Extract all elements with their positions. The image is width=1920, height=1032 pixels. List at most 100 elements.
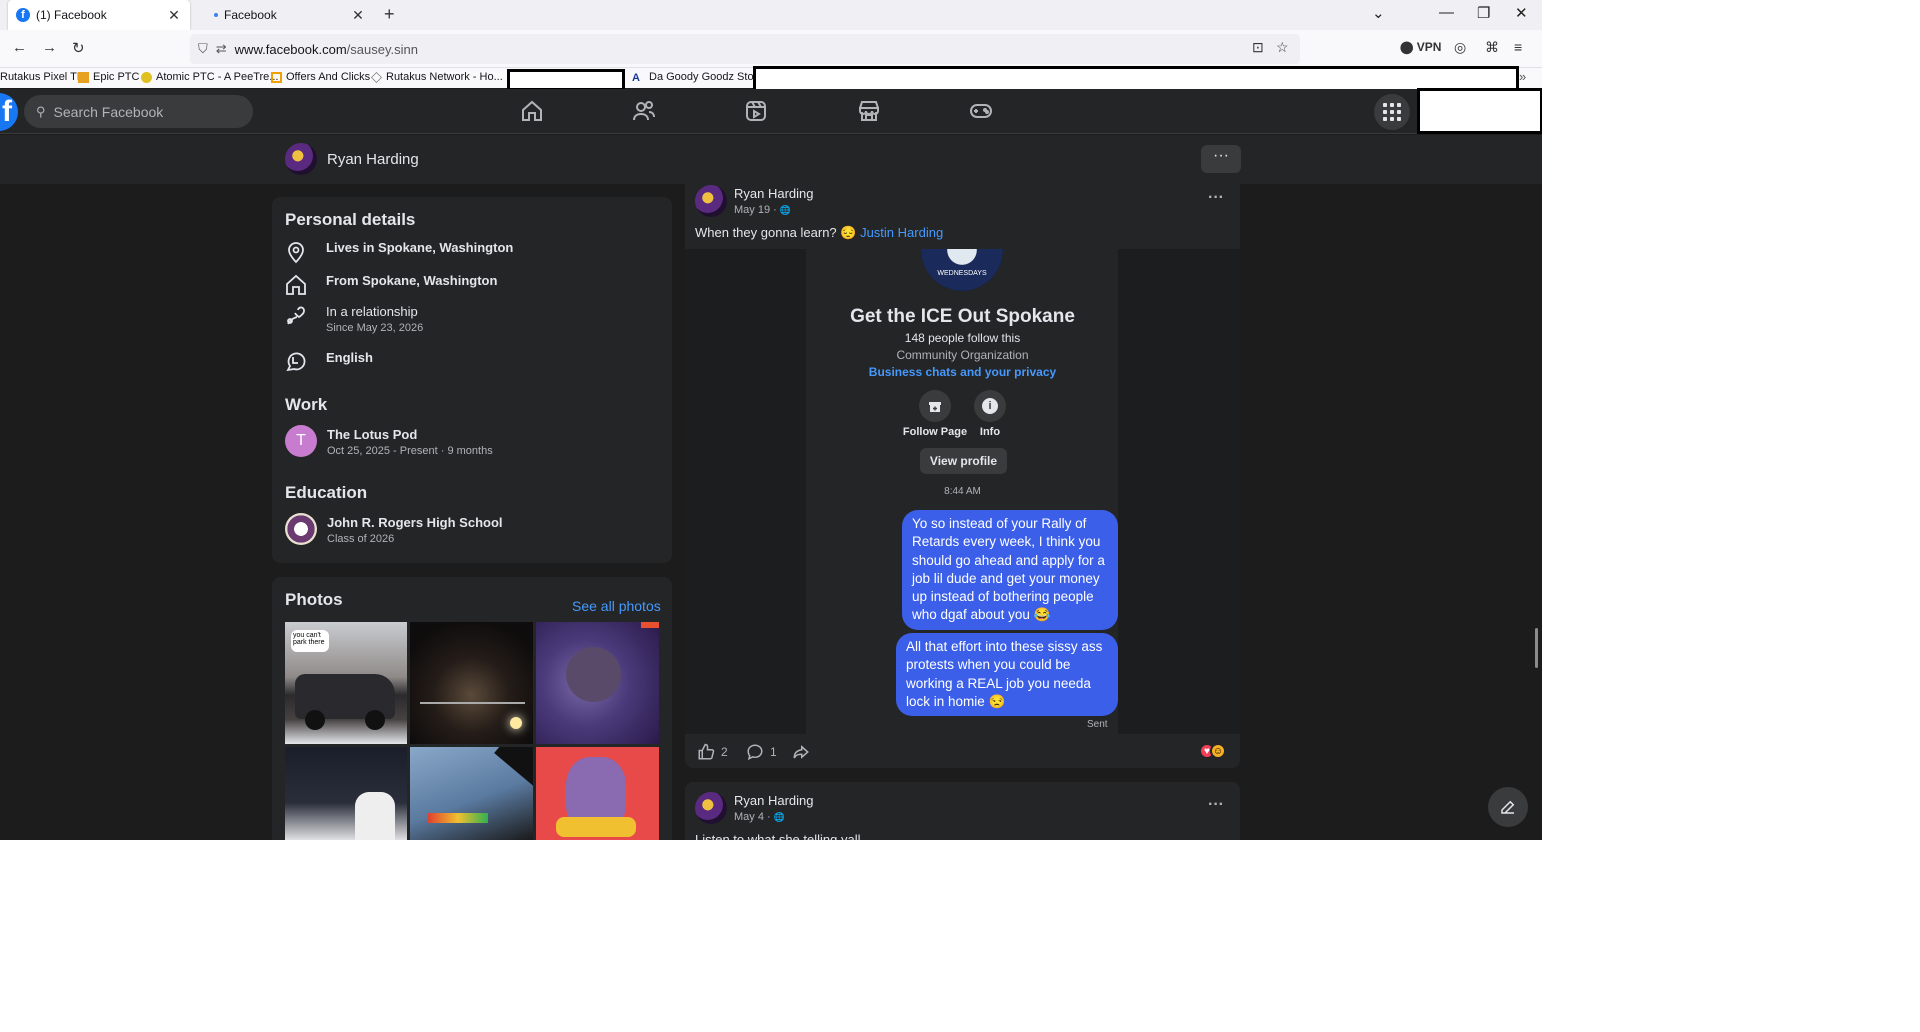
tab-facebook[interactable]: Facebook ✕ xyxy=(200,0,376,30)
info-icon: i xyxy=(974,390,1006,422)
blank-area xyxy=(0,840,1542,1032)
search-input[interactable] xyxy=(53,103,234,120)
post-author[interactable]: Ryan Harding xyxy=(734,186,814,201)
bookmark-label: Epic PTC xyxy=(93,71,140,83)
tab-facebook-active[interactable]: f (1) Facebook ✕ xyxy=(8,0,190,30)
save-to-pocket-icon[interactable]: ⊡ xyxy=(1252,39,1264,56)
post-options-button[interactable]: ··· xyxy=(1208,189,1224,207)
follow-page-label: Follow Page xyxy=(902,426,968,438)
work-place[interactable]: The Lotus Pod xyxy=(327,427,493,442)
bookmark-item[interactable]: Rutakus Pixel TE xyxy=(0,71,84,83)
friends-icon[interactable] xyxy=(632,99,656,123)
avatar[interactable] xyxy=(285,143,317,175)
bookmark-label: Da Goody Goodz Store xyxy=(649,71,764,83)
post-date[interactable]: May 19 · 🌐 xyxy=(734,204,791,216)
account-icon[interactable]: ◎ xyxy=(1454,39,1466,56)
gaming-icon[interactable] xyxy=(969,99,993,123)
close-tab-icon[interactable]: ✕ xyxy=(166,7,182,24)
menu-grid-button[interactable] xyxy=(1374,94,1410,130)
relationship-since: Since May 23, 2026 xyxy=(326,322,424,334)
school-name[interactable]: John R. Rogers High School xyxy=(327,515,503,530)
tagged-user-link[interactable]: Justin Harding xyxy=(860,225,943,240)
reload-button[interactable]: ↻ xyxy=(72,39,85,57)
post-body: Listen to what she telling yall xyxy=(695,832,861,840)
close-window-button[interactable]: ✕ xyxy=(1515,4,1528,22)
photo-detail xyxy=(494,747,533,792)
close-tab-icon[interactable]: ✕ xyxy=(350,7,366,24)
relationship-heart-icon xyxy=(287,306,305,325)
tab-strip: f (1) Facebook ✕ Facebook ✕ + ⌄ — ❐ ✕ xyxy=(0,0,1542,30)
marketplace-icon[interactable] xyxy=(857,99,881,123)
more-options-button[interactable]: ··· xyxy=(1201,145,1241,173)
url-domain: www.facebook.com xyxy=(234,41,347,57)
post-options-button[interactable]: ··· xyxy=(1208,796,1224,814)
photo-thumbnail[interactable] xyxy=(410,622,533,744)
bookmark-label: Rutakus Pixel TE xyxy=(0,71,85,83)
language-icon xyxy=(286,352,306,372)
bookmark-item[interactable]: Rutakus Network - Ho... xyxy=(371,71,503,83)
extensions-icon[interactable]: ⌘ xyxy=(1485,39,1499,56)
video-icon[interactable] xyxy=(744,99,768,123)
reaction-summary[interactable]: ♥ ☺ xyxy=(1199,743,1226,759)
shield-icon[interactable]: ⛉ xyxy=(198,41,208,57)
new-message-button[interactable] xyxy=(1488,787,1528,827)
language-text: English xyxy=(326,350,373,365)
like-button[interactable]: 2 xyxy=(697,743,728,761)
minimize-button[interactable]: — xyxy=(1439,4,1454,21)
privacy-link: Business chats and your privacy xyxy=(868,365,1057,379)
education-item[interactable]: John R. Rogers High School Class of 2026 xyxy=(285,513,503,545)
new-tab-button[interactable]: + xyxy=(384,4,395,25)
photo-thumbnail[interactable]: you can't park there xyxy=(285,622,407,744)
address-bar[interactable]: ⛉ ⇄ www.facebook.com/sausey.sinn xyxy=(190,34,1300,64)
message-bubble: All that effort into these sissy ass pro… xyxy=(896,633,1118,717)
bookmarks-overflow-button[interactable]: » xyxy=(1519,69,1526,84)
bookmark-star-icon[interactable]: ☆ xyxy=(1276,39,1289,56)
work-avatar: T xyxy=(285,425,317,457)
menu-icon[interactable]: ≡ xyxy=(1514,39,1522,55)
light-shape xyxy=(510,717,522,729)
post-author[interactable]: Ryan Harding xyxy=(734,793,814,808)
photo-detail xyxy=(428,813,488,823)
detail-lives: Lives in Spokane, Washington xyxy=(284,240,513,264)
diamond-icon xyxy=(371,71,382,83)
bookmark-label: Rutakus Network - Ho... xyxy=(386,71,503,83)
see-all-photos-link[interactable]: See all photos xyxy=(572,598,661,614)
bookmark-item[interactable]: Atomic PTC - A PeeTre... xyxy=(141,71,278,83)
permissions-icon[interactable]: ⇄ xyxy=(216,41,227,57)
redacted-box xyxy=(507,69,625,91)
photo-thumbnail[interactable] xyxy=(536,747,659,840)
bookmark-item[interactable]: Offers And Clicks xyxy=(271,71,370,83)
share-button[interactable] xyxy=(792,743,816,761)
profile-name[interactable]: Ryan Harding xyxy=(327,151,419,168)
facebook-logo[interactable]: f xyxy=(0,93,18,131)
restore-button[interactable]: ❐ xyxy=(1477,4,1490,22)
post-image[interactable]: WEDNESDAYS Get the ICE Out Spokane 148 p… xyxy=(685,249,1240,734)
tab-list-chevron-icon[interactable]: ⌄ xyxy=(1372,4,1385,22)
photo-thumbnail[interactable] xyxy=(285,747,407,840)
avatar[interactable] xyxy=(695,792,727,824)
view-profile-button: View profile xyxy=(920,448,1007,474)
page-title: Get the ICE Out Spokane xyxy=(850,306,1075,327)
bookmark-item[interactable]: A Da Goody Goodz Store xyxy=(632,71,764,84)
lives-text: Lives in Spokane, Washington xyxy=(326,240,514,255)
wheel-shape xyxy=(365,710,385,730)
comment-button[interactable]: 1 xyxy=(746,743,777,761)
home-icon[interactable] xyxy=(520,99,544,123)
forward-button[interactable]: → xyxy=(42,39,57,56)
work-item[interactable]: T The Lotus Pod Oct 25, 2025 - Present ·… xyxy=(285,425,493,457)
photo-thumbnail[interactable] xyxy=(536,622,659,744)
location-pin-icon xyxy=(288,242,304,264)
bookmark-item[interactable]: Epic PTC xyxy=(78,71,139,83)
url-text[interactable]: www.facebook.com/sausey.sinn xyxy=(235,42,418,57)
back-button[interactable]: ← xyxy=(12,39,27,56)
sticker-text: you can't park there xyxy=(291,630,329,652)
relationship-text: In a relationship xyxy=(326,304,418,319)
post-date[interactable]: May 4 · 🌐 xyxy=(734,811,785,823)
scrollbar-thumb[interactable] xyxy=(1535,628,1538,668)
vpn-button[interactable]: ⬤ VPN xyxy=(1400,40,1441,54)
search-box[interactable]: ⚲ xyxy=(24,95,253,128)
globe-icon: 🌐 xyxy=(773,812,785,822)
vpn-label: VPN xyxy=(1416,40,1442,54)
avatar[interactable] xyxy=(695,185,727,217)
photo-thumbnail[interactable] xyxy=(410,747,533,840)
